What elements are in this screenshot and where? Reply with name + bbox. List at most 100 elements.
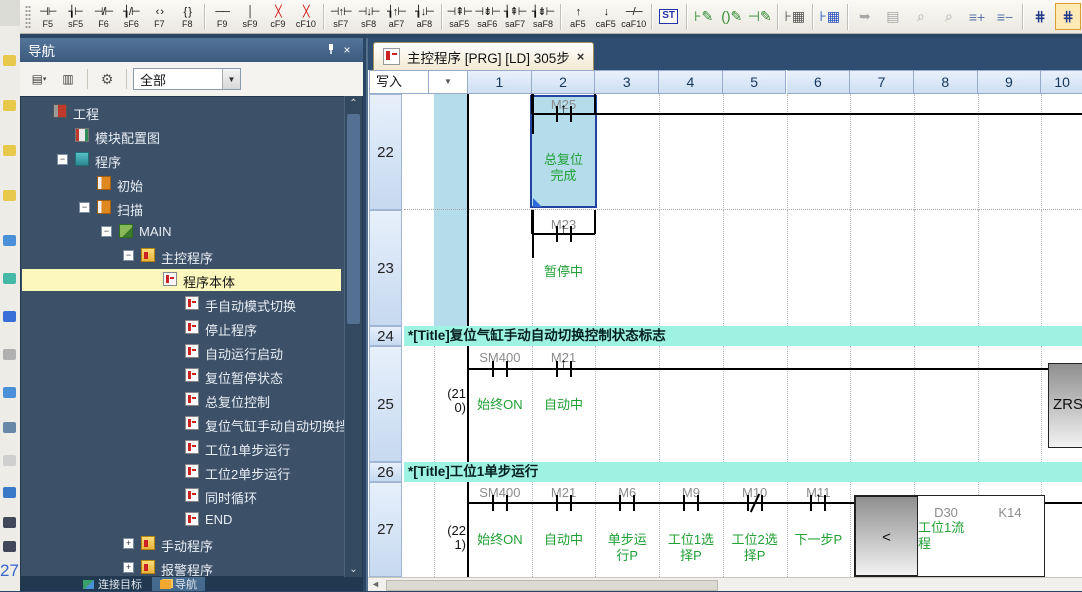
- delete-horizontal-line-button[interactable]: ╳cF9: [264, 2, 292, 32]
- tree-item[interactable]: −主控程序: [22, 245, 341, 267]
- tree-item[interactable]: 初始: [22, 173, 341, 195]
- tree-filter-select[interactable]: 全部 ▼: [133, 68, 241, 90]
- tree-item[interactable]: 复位气缸手动自动切换挡: [22, 413, 341, 435]
- delete-row-icon[interactable]: ≡−: [992, 3, 1018, 30]
- expander-expand-icon[interactable]: +: [123, 538, 134, 549]
- expander-expand-icon[interactable]: +: [123, 562, 134, 573]
- tree-item[interactable]: 工程: [22, 101, 341, 123]
- ladder-contact-open[interactable]: [506, 495, 508, 511]
- ladder-contact-open[interactable]: [492, 361, 494, 377]
- rising-pulse-branch-button[interactable]: ┧↑⊢aF7: [383, 2, 411, 32]
- tree-item[interactable]: −程序: [22, 149, 341, 171]
- ladder-block-icon[interactable]: ⋕: [1027, 3, 1053, 30]
- ladder-contact-open[interactable]: [556, 495, 558, 511]
- falling-pulse-branch-button[interactable]: ┧↓⊢aF8: [410, 2, 438, 32]
- expander-collapse-icon[interactable]: −: [79, 202, 90, 213]
- pulse-result-rise-button[interactable]: ↑aF5: [564, 2, 592, 32]
- mode-cell[interactable]: 写入: [369, 70, 429, 94]
- ladder-canvas[interactable]: M25↑总复位完成22M23↑暂停中2324*[Title]复位气缸手动自动切换…: [368, 94, 1082, 577]
- ladder-contact-closed[interactable]: [761, 495, 763, 511]
- tree-item[interactable]: END: [22, 509, 341, 531]
- ladder-contact-open[interactable]: [570, 495, 572, 511]
- ladder-contact-open[interactable]: [506, 361, 508, 377]
- coil-button[interactable]: ‹ ›F7: [145, 2, 173, 32]
- tree-item[interactable]: −MAIN: [22, 221, 341, 243]
- tree-item[interactable]: 总复位控制: [22, 389, 341, 411]
- tree-item[interactable]: 工位1单步运行: [22, 437, 341, 459]
- ladder-contact-open[interactable]: [619, 495, 621, 511]
- tree-scrollbar[interactable]: ⌃ ⌄: [344, 96, 362, 577]
- scroll-left-icon[interactable]: ◄: [371, 579, 380, 589]
- scroll-down-icon[interactable]: ⌄: [345, 564, 362, 575]
- close-icon[interactable]: ×: [339, 43, 355, 57]
- tree-item[interactable]: +手动程序: [22, 533, 341, 555]
- rung-title[interactable]: *[Title]工位1单步运行: [404, 462, 1082, 482]
- hscroll-thumb[interactable]: [386, 580, 718, 591]
- edit-instruction-icon[interactable]: ⊣✎: [747, 3, 773, 30]
- expander-collapse-icon[interactable]: −: [101, 226, 112, 237]
- falling-pulse-button[interactable]: ⊣↓⊢sF8: [355, 2, 383, 32]
- delete-vertical-line-button[interactable]: ╳cF10: [292, 2, 320, 32]
- pin-icon[interactable]: [323, 43, 339, 58]
- find-next-icon[interactable]: ⌕: [936, 3, 962, 30]
- change-module-icon[interactable]: ➥: [852, 3, 878, 30]
- tree-item[interactable]: −扫描: [22, 197, 341, 219]
- gear-icon[interactable]: ⚙: [94, 68, 120, 90]
- panel-tab-navigation[interactable]: 导航: [152, 577, 205, 591]
- open-contact-button[interactable]: ⊣⊢F5: [34, 2, 62, 32]
- vertical-line-button[interactable]: │sF9: [236, 2, 264, 32]
- device-comment-edit-icon[interactable]: ⊦▦: [782, 3, 808, 30]
- edit-coil-icon[interactable]: ()✎: [719, 3, 745, 30]
- rising-pulse-close-button[interactable]: ⊣⇞⊢saF5: [445, 2, 473, 32]
- horizontal-scrollbar[interactable]: ◄: [368, 577, 1082, 591]
- tree-collapse-button[interactable]: ▥: [55, 68, 81, 90]
- rising-pulse-close-branch-button[interactable]: ┧⇞⊢saF7: [501, 2, 529, 32]
- pulse-result-fall-button[interactable]: ↓caF5: [592, 2, 620, 32]
- invert-result-button[interactable]: ─/─caF10: [620, 2, 648, 32]
- rising-pulse-button[interactable]: ⊣↑⊢sF7: [327, 2, 355, 32]
- compare-operator-cell[interactable]: <: [855, 496, 918, 576]
- panel-tab-connection[interactable]: 连接目标: [75, 577, 150, 591]
- ladder-contact-open[interactable]: [633, 495, 635, 511]
- find-icon-glyph: ⌕: [917, 8, 925, 25]
- tree-display-button[interactable]: ▤▾: [26, 68, 52, 90]
- expander-collapse-icon[interactable]: −: [123, 250, 134, 261]
- tree-item[interactable]: +报警程序: [22, 557, 341, 577]
- horizontal-line-button[interactable]: ──F9: [208, 2, 236, 32]
- tree-item[interactable]: 停止程序: [22, 317, 341, 339]
- inline-st-icon[interactable]: ST: [656, 3, 682, 30]
- toolbar-drag-handle[interactable]: [25, 5, 31, 29]
- ladder-contact-closed[interactable]: [747, 495, 749, 511]
- ladder-block-display-icon[interactable]: ⋕: [1055, 3, 1081, 30]
- find-icon[interactable]: ⌕: [908, 3, 934, 30]
- expander-collapse-icon[interactable]: −: [57, 154, 68, 165]
- falling-pulse-close-button[interactable]: ⊣⇟⊢saF6: [473, 2, 501, 32]
- falling-pulse-close-branch-button[interactable]: ┧⇟⊢saF8: [529, 2, 557, 32]
- header-dropdown-cell[interactable]: ▼: [429, 70, 468, 94]
- tree-item[interactable]: 同时循环: [22, 485, 341, 507]
- tree-item[interactable]: 自动运行启动: [22, 341, 341, 363]
- rung-title[interactable]: *[Title]复位气缸手动自动切换控制状态标志: [404, 326, 1082, 346]
- tree-item[interactable]: 复位暂停状态: [22, 365, 341, 387]
- scrollbar-thumb[interactable]: [347, 114, 360, 324]
- scroll-up-icon[interactable]: ⌃: [345, 98, 362, 109]
- application-instruction-button[interactable]: { }F8: [173, 2, 201, 32]
- ladder-contact-open[interactable]: [492, 495, 494, 511]
- ladder-list-icon[interactable]: ▤: [880, 3, 906, 30]
- edit-contact-icon[interactable]: ⊦✎: [691, 3, 717, 30]
- tree-item[interactable]: 手自动模式切换: [22, 293, 341, 315]
- open-contact-branch-button[interactable]: ┧⊢sF5: [62, 2, 90, 32]
- ladder-contact-open[interactable]: [683, 495, 685, 511]
- tree-item[interactable]: 模块配置图: [22, 125, 341, 147]
- compare-operator: <: [856, 529, 917, 546]
- tab-close-icon[interactable]: ×: [577, 49, 585, 64]
- closed-contact-button[interactable]: ⊣/⊢F6: [90, 2, 118, 32]
- tree-item[interactable]: 工位2单步运行: [22, 461, 341, 483]
- zrst-block[interactable]: ZRS: [1048, 363, 1082, 448]
- insert-row-icon[interactable]: ≡+: [964, 3, 990, 30]
- closed-contact-branch-button[interactable]: ┧/⊢sF6: [117, 2, 145, 32]
- statement-edit-icon[interactable]: ⊦▦: [817, 3, 843, 30]
- document-tab[interactable]: 主控程序 [PRG] [LD] 305步 ×: [373, 42, 594, 70]
- ladder-contact-open[interactable]: [697, 495, 699, 511]
- tree-item[interactable]: 程序本体: [22, 269, 341, 291]
